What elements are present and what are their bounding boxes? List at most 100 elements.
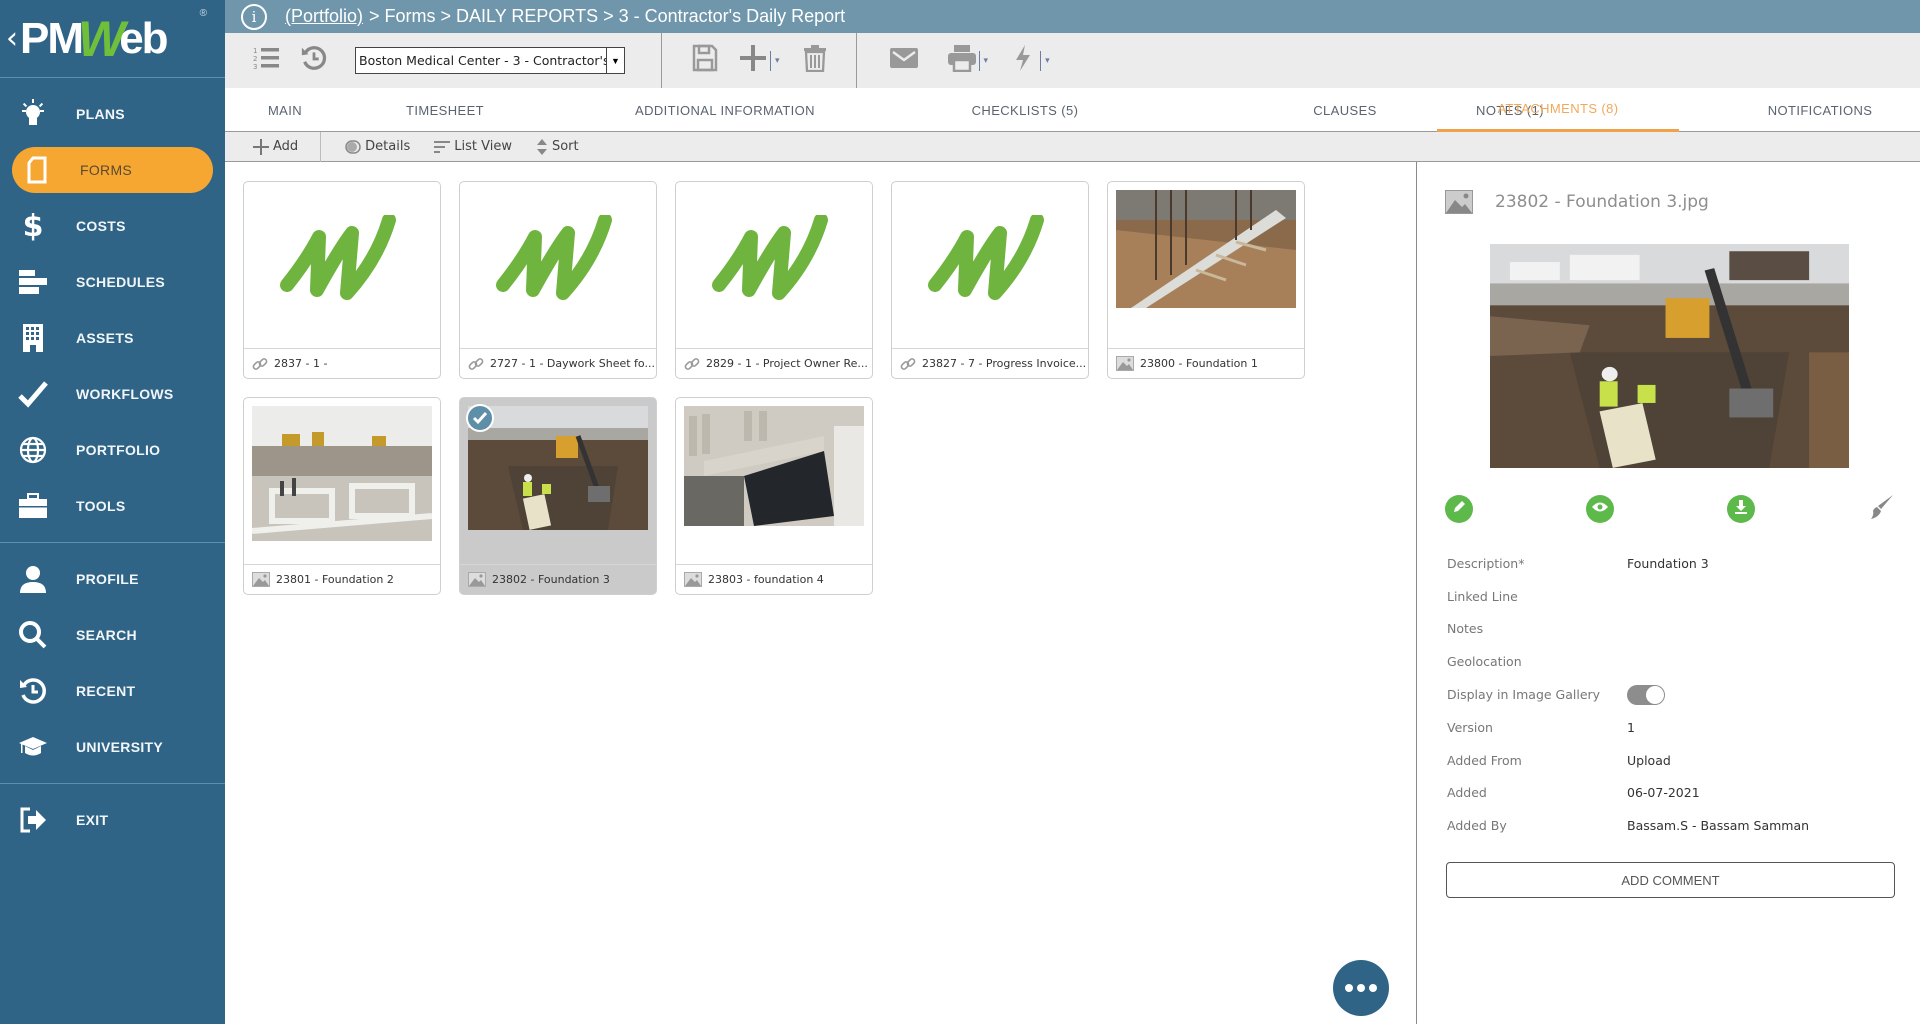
attachment-tile[interactable]: 23800 - Foundation 1 [1107,181,1305,379]
nav-item-tools[interactable]: TOOLS [0,478,225,534]
nav-label: FORMS [80,162,133,178]
nav-item-assets[interactable]: ASSETS [0,310,225,366]
details-toggle-button[interactable]: Details [333,139,422,154]
email-button[interactable] [887,44,921,78]
add-dropdown-caret[interactable]: ▾ [770,50,780,71]
breadcrumb-portfolio-link[interactable]: (Portfolio) [285,6,363,27]
field-label: Linked Line [1447,588,1518,604]
download-button[interactable] [1727,495,1755,523]
attachments-toolbar: Add Details List View Sort [225,131,1416,162]
actions-dropdown-caret[interactable]: ▾ [1040,50,1050,71]
list-view-label: List View [454,139,512,154]
nav-item-university[interactable]: UNIVERSITY [0,719,225,775]
pmweb-logo-thumbnail [244,182,440,348]
tab-additional-information[interactable]: ADDITIONAL INFORMATION [585,88,865,132]
field-added: Added 06-07-2021 [1447,777,1907,810]
field-label: Version [1447,719,1493,735]
attachment-tile[interactable]: 2829 - 1 - Project Owner Re... [675,181,873,379]
attachment-detail-panel: 23802 - Foundation 3.jpg Description* Fo… [1416,162,1920,1024]
nav-label: SCHEDULES [76,274,166,290]
tab-main[interactable]: MAIN [225,88,345,132]
info-icon[interactable]: i [241,3,267,30]
history-button[interactable] [297,44,331,78]
nav-item-schedules[interactable]: SCHEDULES [0,254,225,310]
secondary-nav: PROFILE SEARCH RECENT UNIVERSITY [0,551,225,775]
tab-clauses[interactable]: CLAUSES [1285,88,1405,132]
toggle-knob [1646,685,1664,704]
photo-thumbnail [1108,182,1304,348]
dot-icon [1369,984,1377,992]
chevron-down-icon[interactable]: ▼ [606,48,624,73]
toggle-half-icon [345,139,361,154]
tab-checklists[interactable]: CHECKLISTS (5) [895,88,1155,132]
nav-item-recent[interactable]: RECENT [0,663,225,719]
attachment-name: 23827 - 7 - Progress Invoice... [922,357,1087,370]
nav-item-portfolio[interactable]: PORTFOLIO [0,422,225,478]
nav-label: PROFILE [76,571,139,587]
print-button[interactable] [945,44,979,78]
save-button[interactable] [688,44,722,78]
add-record-button[interactable] [736,44,770,78]
add-label: Add [273,139,299,154]
delete-button[interactable] [798,44,832,78]
attachment-name: 23803 - foundation 4 [708,573,824,586]
sort-button[interactable]: Sort [524,138,591,156]
attachment-tile[interactable]: 23801 - Foundation 2 [243,397,441,595]
add-attachment-button[interactable]: Add [225,138,310,155]
nav-label: EXIT [76,812,109,828]
nav-item-workflows[interactable]: WORKFLOWS [0,366,225,422]
actions-button[interactable] [1006,44,1040,78]
add-comment-button[interactable]: ADD COMMENT [1446,862,1895,898]
attachment-tile[interactable]: 2837 - 1 - [243,181,441,379]
detail-actions [1445,494,1895,525]
attachment-caption: 2837 - 1 - [244,348,440,378]
markup-button[interactable] [1867,494,1895,523]
more-actions-button[interactable] [1333,960,1389,1016]
field-label: Notes [1447,621,1484,637]
nav-item-forms[interactable]: FORMS [12,147,213,193]
numbered-list-button[interactable]: 123 [249,44,283,78]
attachment-tile[interactable]: 23803 - foundation 4 [675,397,873,595]
record-select[interactable]: Boston Medical Center - 3 - Contractor's… [355,47,625,74]
nav-divider [0,542,225,543]
history-icon [18,676,48,706]
field-label: Added By [1447,818,1507,834]
logo-suffix: eb [119,13,168,63]
field-value[interactable]: Foundation 3 [1627,556,1709,571]
pmweb-logo-thumbnail [460,182,656,348]
attachment-tile-selected[interactable]: 23802 - Foundation 3 [459,397,657,595]
nav-label: RECENT [76,683,136,699]
attachment-preview-image[interactable] [1490,244,1849,468]
nav-item-exit[interactable]: EXIT [0,792,225,848]
record-select-value: Boston Medical Center - 3 - Contractor's… [359,53,606,68]
exit-icon [18,805,48,835]
detail-title: 23802 - Foundation 3.jpg [1495,192,1709,212]
nav-label: TOOLS [76,498,126,514]
print-dropdown-caret[interactable]: ▾ [978,50,988,71]
attachment-tile[interactable]: 2727 - 1 - Daywork Sheet fo... [459,181,657,379]
dollar-icon: $ [22,208,44,244]
attachment-tile[interactable]: 23827 - 7 - Progress Invoice... [891,181,1089,379]
attachment-caption: 2829 - 1 - Project Owner Re... [676,348,872,378]
nav-item-costs[interactable]: $ COSTS [0,198,225,254]
tab-notifications[interactable]: NOTIFICATIONS [1725,88,1915,132]
list-view-button[interactable]: List View [422,139,524,154]
nav-item-search[interactable]: SEARCH [0,607,225,663]
tab-attachments[interactable]: ATTACHMENTS (8) [1437,88,1679,132]
tab-timesheet[interactable]: TIMESHEET [375,88,515,132]
svg-text:3: 3 [253,63,257,71]
exit-nav: EXIT [0,792,225,848]
view-button[interactable] [1586,495,1614,523]
nav-item-profile[interactable]: PROFILE [0,551,225,607]
display-in-gallery-toggle[interactable] [1627,684,1665,705]
nav-label: PLANS [76,106,125,122]
trash-icon [803,44,827,77]
edit-button[interactable] [1445,495,1473,523]
image-icon [1116,356,1134,371]
main-nav: PLANS FORMS $ COSTS SCHEDULES ASSETS WOR… [0,78,225,534]
detail-toolbar-strip [1416,132,1920,162]
nav-item-plans[interactable]: PLANS [0,86,225,142]
sort-icon [536,138,548,156]
pmweb-logo[interactable]: ‹ PM Web ® [0,0,225,78]
back-chevron-icon[interactable]: ‹ [6,21,18,56]
